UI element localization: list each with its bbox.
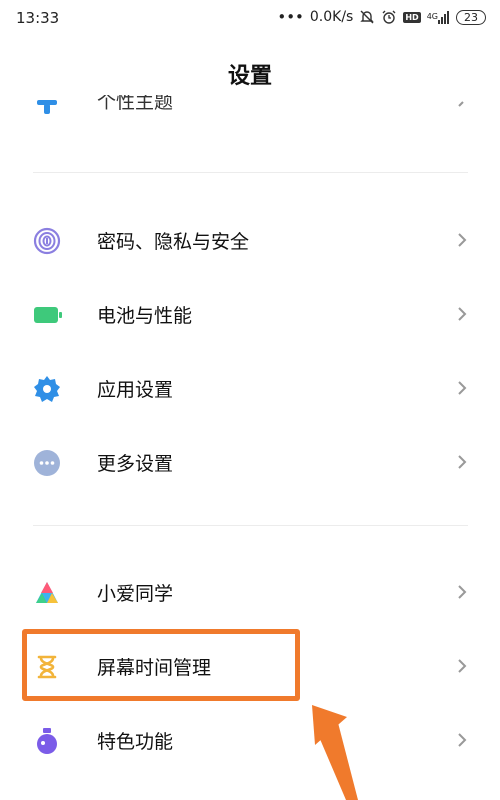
highlight-annotation: [22, 629, 300, 701]
annotation-arrow-icon: [312, 705, 358, 800]
theme-icon: [33, 99, 61, 114]
status-bar: 13:33 ••• 0.0K/s HD 4G 23: [0, 0, 500, 36]
page-title: 设置: [227, 64, 272, 89]
settings-item-features[interactable]: 特色功能: [0, 705, 500, 775]
chevron-right-icon: [455, 99, 469, 113]
chevron-right-icon: [455, 731, 469, 749]
settings-item-label: 特色功能: [97, 731, 174, 753]
settings-item-privacy[interactable]: 密码、隐私与安全: [0, 205, 500, 275]
settings-item-xiaoai[interactable]: 小爱同学: [0, 557, 500, 627]
settings-item-label: 小爱同学: [97, 583, 174, 605]
xiaoai-icon: [33, 579, 61, 607]
status-icons: ••• 0.0K/s HD 4G 23: [277, 8, 486, 26]
settings-item-label: 个性主题: [97, 95, 174, 113]
notification-dots: •••: [277, 8, 304, 26]
chevron-right-icon: [455, 453, 469, 471]
gear-icon: [33, 375, 61, 403]
alarm-icon: [381, 9, 397, 25]
battery-icon: [33, 301, 62, 329]
settings-item-theme[interactable]: 个性主题: [0, 95, 500, 125]
battery-indicator: 23: [456, 9, 486, 25]
fingerprint-icon: [33, 227, 61, 255]
settings-item-more[interactable]: 更多设置: [0, 427, 500, 497]
chevron-right-icon: [455, 379, 469, 397]
chevron-right-icon: [455, 583, 469, 601]
status-time: 13:33: [16, 9, 60, 27]
settings-item-label: 密码、隐私与安全: [97, 231, 250, 253]
chevron-right-icon: [455, 305, 469, 323]
settings-item-label: 更多设置: [97, 453, 174, 475]
divider: [33, 525, 468, 526]
chevron-right-icon: [455, 657, 469, 675]
signal-label: 4G: [426, 12, 438, 21]
settings-item-label: 电池与性能: [97, 305, 193, 327]
settings-item-label: 应用设置: [97, 379, 174, 401]
flask-icon: [33, 727, 61, 755]
settings-item-apps[interactable]: 应用设置: [0, 353, 500, 423]
hd-badge: HD: [403, 11, 421, 23]
mute-bell-icon: [359, 9, 375, 25]
chevron-right-icon: [455, 231, 469, 249]
signal-icon: 4G: [427, 10, 450, 24]
settings-item-battery[interactable]: 电池与性能: [0, 279, 500, 349]
divider: [33, 172, 468, 173]
network-speed: 0.0K/s: [309, 9, 354, 25]
more-dots-icon: [33, 449, 61, 477]
